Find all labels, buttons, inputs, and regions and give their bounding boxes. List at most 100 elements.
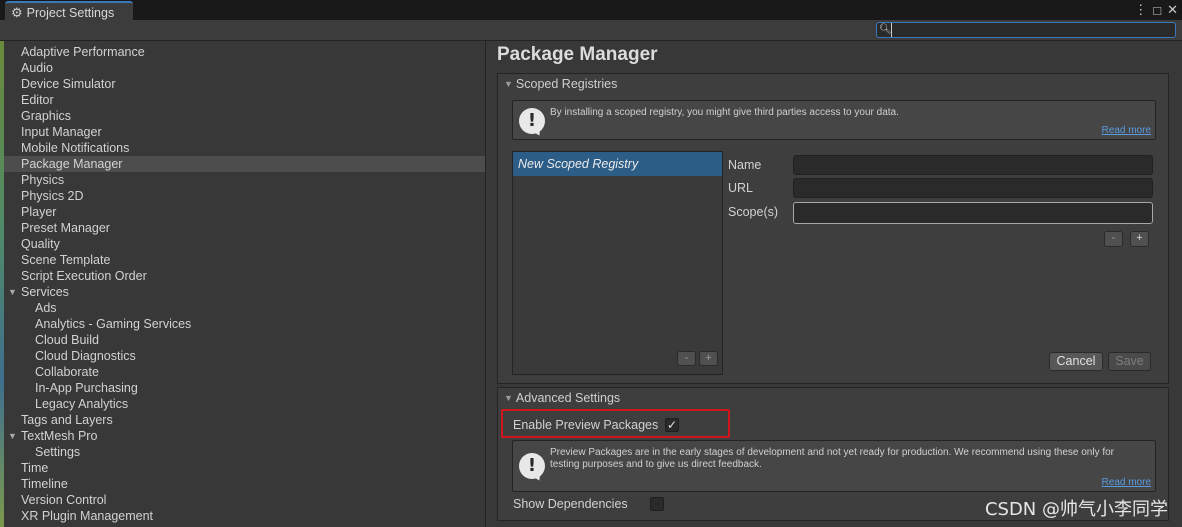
add-scope-button[interactable]: + bbox=[1130, 231, 1149, 247]
scoped-registries-header[interactable]: ▼ Scoped Registries bbox=[504, 77, 617, 91]
sidebar-item-label: Services bbox=[21, 285, 69, 299]
sidebar-item[interactable]: Input Manager bbox=[4, 124, 485, 140]
sidebar-item[interactable]: Cloud Build bbox=[4, 332, 485, 348]
sidebar-item[interactable]: Ads bbox=[4, 300, 485, 316]
warning-text: Preview Packages are in the early stages… bbox=[550, 447, 1115, 470]
search-input[interactable] bbox=[891, 23, 1173, 37]
sidebar-item-label: Cloud Build bbox=[35, 333, 99, 347]
remove-registry-button[interactable]: - bbox=[677, 351, 696, 366]
registry-list: New Scoped Registry - + bbox=[512, 151, 723, 375]
sidebar-item-label: In-App Purchasing bbox=[35, 381, 138, 395]
warning-icon: ! bbox=[519, 108, 545, 134]
search-icon: 🔍︎ bbox=[879, 24, 892, 35]
collapse-triangle-icon: ▼ bbox=[504, 79, 513, 89]
title-bar: ⚙ Project Settings ⋮ □ ✕ bbox=[0, 0, 1182, 22]
toolbar: 🔍︎ bbox=[0, 20, 1182, 41]
annotation-highlight-box bbox=[501, 409, 730, 438]
sidebar-item[interactable]: Preset Manager bbox=[4, 220, 485, 236]
warning-text: By installing a scoped registry, you mig… bbox=[550, 107, 899, 118]
sidebar-item-label: Cloud Diagnostics bbox=[35, 349, 136, 363]
section-title: Advanced Settings bbox=[515, 391, 621, 405]
sidebar-item-label: Audio bbox=[21, 61, 53, 75]
scopes-field[interactable] bbox=[793, 202, 1153, 224]
read-more-link[interactable]: Read more bbox=[1102, 477, 1151, 488]
sidebar-item[interactable]: ▼ TextMesh Pro bbox=[4, 428, 485, 444]
scoped-registry-warning: ! By installing a scoped registry, you m… bbox=[512, 100, 1156, 140]
sidebar-list: Adaptive Performance Audio Device Simulato… bbox=[4, 41, 485, 524]
sidebar-item[interactable]: Collaborate bbox=[4, 364, 485, 380]
sidebar-item-label: Physics bbox=[21, 173, 65, 187]
url-field[interactable] bbox=[793, 178, 1153, 198]
sidebar-item[interactable]: Tags and Layers bbox=[4, 412, 485, 428]
cancel-button[interactable]: Cancel bbox=[1049, 352, 1103, 371]
warning-icon: ! bbox=[519, 453, 545, 479]
sidebar-item-label: Player bbox=[21, 205, 57, 219]
sidebar-item[interactable]: Audio bbox=[4, 60, 485, 76]
add-registry-button[interactable]: + bbox=[699, 351, 718, 366]
sidebar-item[interactable]: Quality bbox=[4, 236, 485, 252]
expand-triangle-icon[interactable]: ▼ bbox=[8, 284, 17, 300]
tab-title: Project Settings bbox=[26, 5, 115, 20]
sidebar-item[interactable]: Player bbox=[4, 204, 485, 220]
watermark: CSDN @帅气小李同学 bbox=[984, 499, 1168, 520]
sidebar-item[interactable]: Adaptive Performance bbox=[4, 44, 485, 60]
sidebar-item[interactable]: Editor bbox=[4, 92, 485, 108]
sidebar-item-label: Device Simulator bbox=[21, 77, 116, 91]
remove-scope-button[interactable]: - bbox=[1104, 231, 1123, 247]
sidebar-item[interactable]: Version Control bbox=[4, 492, 485, 508]
sidebar-item[interactable]: Physics 2D bbox=[4, 188, 485, 204]
maximize-icon[interactable]: □ bbox=[1153, 3, 1161, 18]
sidebar-item[interactable]: Time bbox=[4, 460, 485, 476]
sidebar-item-label: Tags and Layers bbox=[21, 413, 113, 427]
sidebar-item[interactable]: Device Simulator bbox=[4, 76, 485, 92]
sidebar-item-label: Physics 2D bbox=[21, 189, 84, 203]
search-box[interactable]: 🔍︎ bbox=[876, 22, 1176, 38]
sidebar-item[interactable]: ▼ Services bbox=[4, 284, 485, 300]
section-title: Scoped Registries bbox=[515, 77, 618, 91]
sidebar-item-label: Time bbox=[21, 461, 49, 475]
show-dependencies-checkbox[interactable] bbox=[650, 497, 664, 511]
sidebar-item[interactable]: Physics bbox=[4, 172, 485, 188]
sidebar-item[interactable]: Package Manager bbox=[4, 156, 485, 172]
save-button[interactable]: Save bbox=[1108, 352, 1151, 371]
tab-project-settings[interactable]: ⚙ Project Settings bbox=[5, 1, 133, 22]
sidebar-item[interactable]: Mobile Notifications bbox=[4, 140, 485, 156]
sidebar-item[interactable]: Settings bbox=[4, 444, 485, 460]
more-options-icon[interactable]: ⋮ bbox=[1134, 2, 1147, 18]
sidebar-item-label: Quality bbox=[21, 237, 60, 251]
name-field[interactable] bbox=[793, 155, 1153, 175]
sidebar-item[interactable]: In-App Purchasing bbox=[4, 380, 485, 396]
sidebar-item[interactable]: XR Plugin Management bbox=[4, 508, 485, 524]
sidebar-item-label: Ads bbox=[35, 301, 57, 315]
sidebar-item-label: Timeline bbox=[21, 477, 68, 491]
registry-list-item[interactable]: New Scoped Registry bbox=[513, 152, 722, 176]
settings-sidebar: Adaptive Performance Audio Device Simulato… bbox=[4, 41, 486, 527]
sidebar-item-label: Editor bbox=[21, 93, 54, 107]
expand-triangle-icon[interactable]: ▼ bbox=[8, 428, 17, 444]
sidebar-item-label: Package Manager bbox=[21, 157, 123, 171]
sidebar-item[interactable]: Timeline bbox=[4, 476, 485, 492]
close-icon[interactable]: ✕ bbox=[1167, 2, 1178, 18]
advanced-settings-header[interactable]: ▼ Advanced Settings bbox=[504, 391, 620, 405]
sidebar-item-label: Collaborate bbox=[35, 365, 99, 379]
sidebar-item[interactable]: Legacy Analytics bbox=[4, 396, 485, 412]
show-dependencies-label: Show Dependencies bbox=[513, 497, 628, 511]
sidebar-item-label: Script Execution Order bbox=[21, 269, 147, 283]
window-controls: ⋮ □ ✕ bbox=[1134, 0, 1178, 20]
sidebar-item[interactable]: Script Execution Order bbox=[4, 268, 485, 284]
sidebar-item[interactable]: Scene Template bbox=[4, 252, 485, 268]
read-more-link[interactable]: Read more bbox=[1102, 125, 1151, 136]
sidebar-item-label: Legacy Analytics bbox=[35, 397, 129, 411]
sidebar-item-label: Adaptive Performance bbox=[21, 45, 145, 59]
sidebar-item-label: TextMesh Pro bbox=[21, 429, 98, 443]
collapse-triangle-icon: ▼ bbox=[504, 393, 513, 403]
sidebar-item-label: Version Control bbox=[21, 493, 107, 507]
sidebar-item-label: Scene Template bbox=[21, 253, 111, 267]
page-title: Package Manager bbox=[497, 44, 658, 65]
sidebar-item[interactable]: Analytics - Gaming Services bbox=[4, 316, 485, 332]
sidebar-item[interactable]: Graphics bbox=[4, 108, 485, 124]
preview-packages-warning: ! Preview Packages are in the early stag… bbox=[512, 440, 1156, 492]
sidebar-item[interactable]: Cloud Diagnostics bbox=[4, 348, 485, 364]
sidebar-item-label: Analytics - Gaming Services bbox=[35, 317, 192, 331]
sidebar-item-label: Preset Manager bbox=[21, 221, 110, 235]
